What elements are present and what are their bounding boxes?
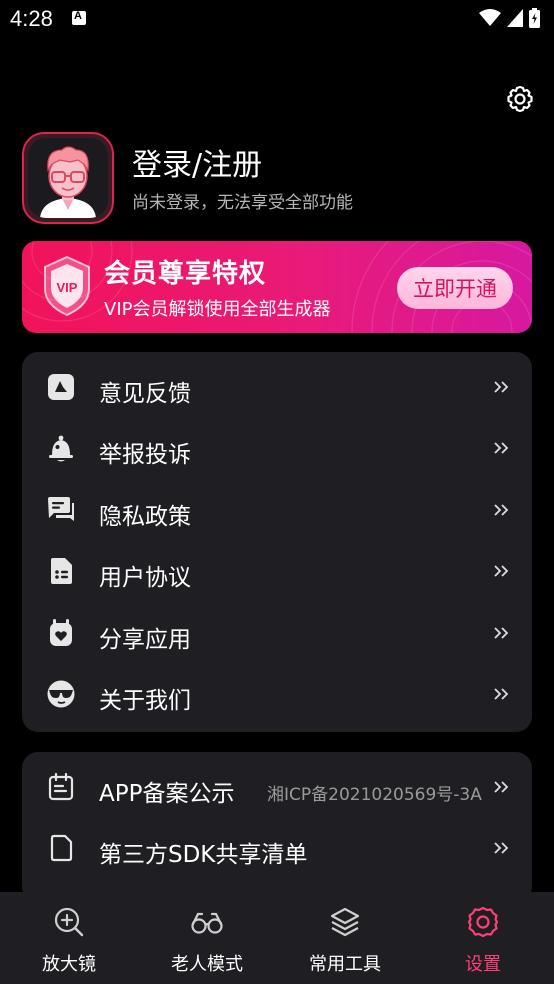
chevron-right-icon	[494, 842, 509, 854]
open-vip-button[interactable]: 立即开通	[397, 267, 513, 309]
nav-label: 放大镜	[42, 954, 96, 975]
layers-icon	[330, 907, 360, 937]
menu-item-share-app[interactable]: 分享应用	[22, 603, 532, 664]
info-item-app-filing[interactable]: APP备案公示 湘ICP备2021020569号-3A	[22, 757, 532, 818]
menu-item-privacy[interactable]: 隐私政策	[22, 480, 532, 541]
status-icons	[479, 8, 540, 28]
nav-label: 常用工具	[309, 954, 381, 975]
menu-item-about-us[interactable]: 关于我们	[22, 664, 532, 725]
menu-item-label: 意见反馈	[99, 381, 191, 407]
chevron-right-icon	[494, 781, 509, 793]
vip-subtitle: VIP会员解锁使用全部生成器	[104, 299, 331, 320]
chevron-right-icon	[494, 504, 509, 516]
document-icon	[51, 558, 72, 584]
menu-item-label: 用户协议	[99, 565, 191, 591]
avatar[interactable]	[22, 132, 114, 224]
nav-label: 老人模式	[171, 954, 243, 975]
nav-item-tools[interactable]: 常用工具	[276, 892, 414, 984]
chevron-right-icon	[494, 381, 509, 393]
bottom-nav: 放大镜 老人模式 常用工具 设置	[0, 892, 554, 984]
sunglasses-icon	[47, 680, 75, 708]
login-status-text: 尚未登录，无法享受全部功能	[132, 193, 353, 213]
menu-card: 意见反馈 举报投诉 隐私政策 用户协议 分享应用 关于我们	[22, 352, 532, 732]
avatar-illustration	[28, 138, 108, 218]
wifi-icon	[479, 9, 501, 26]
menu-item-label: 关于我们	[99, 688, 191, 714]
nav-item-elder-mode[interactable]: 老人模式	[138, 892, 276, 984]
glasses-icon	[191, 912, 223, 934]
chat-icon	[48, 497, 74, 521]
settings-gear-icon[interactable]	[505, 84, 535, 114]
menu-item-user-agreement[interactable]: 用户协议	[22, 541, 532, 602]
menu-item-report[interactable]: 举报投诉	[22, 418, 532, 479]
profile-section[interactable]: 登录/注册 尚未登录，无法享受全部功能	[22, 132, 532, 224]
share-icon	[50, 619, 72, 646]
chevron-right-icon	[494, 565, 509, 577]
signal-icon	[507, 9, 523, 27]
chevron-right-icon	[494, 442, 509, 454]
login-register-title[interactable]: 登录/注册	[132, 140, 262, 184]
menu-item-label: 分享应用	[99, 627, 191, 653]
status-bar: 4:28	[0, 0, 554, 40]
bell-icon	[49, 435, 73, 462]
feedback-icon	[48, 374, 74, 400]
icp-filing-number: 湘ICP备2021020569号-3A	[267, 785, 482, 805]
chevron-right-icon	[494, 627, 509, 639]
info-item-label: 第三方SDK共享清单	[99, 842, 308, 868]
nav-item-settings[interactable]: 设置	[414, 892, 552, 984]
chevron-right-icon	[494, 688, 509, 700]
status-time: 4:28	[10, 6, 53, 31]
nav-label: 设置	[465, 954, 501, 975]
settings-icon	[467, 906, 499, 938]
nav-item-magnifier[interactable]: 放大镜	[0, 892, 138, 984]
vip-badge-icon: VIP	[44, 255, 90, 317]
vip-title: 会员尊享特权	[104, 259, 267, 289]
battery-icon	[529, 8, 540, 28]
vip-banner[interactable]: VIP 会员尊享特权 VIP会员解锁使用全部生成器 立即开通	[22, 241, 532, 333]
vip-badge-text: VIP	[57, 280, 78, 295]
file-icon	[50, 834, 73, 862]
info-item-sdk-list[interactable]: 第三方SDK共享清单	[22, 818, 532, 879]
info-card: APP备案公示 湘ICP备2021020569号-3A 第三方SDK共享清单	[22, 752, 532, 902]
menu-item-label: 隐私政策	[99, 504, 191, 530]
info-item-label: APP备案公示	[99, 781, 235, 807]
notification-icon	[72, 10, 86, 25]
menu-item-feedback[interactable]: 意见反馈	[22, 357, 532, 418]
menu-item-label: 举报投诉	[99, 442, 191, 468]
magnifier-icon	[54, 907, 84, 937]
calendar-icon	[48, 772, 74, 801]
